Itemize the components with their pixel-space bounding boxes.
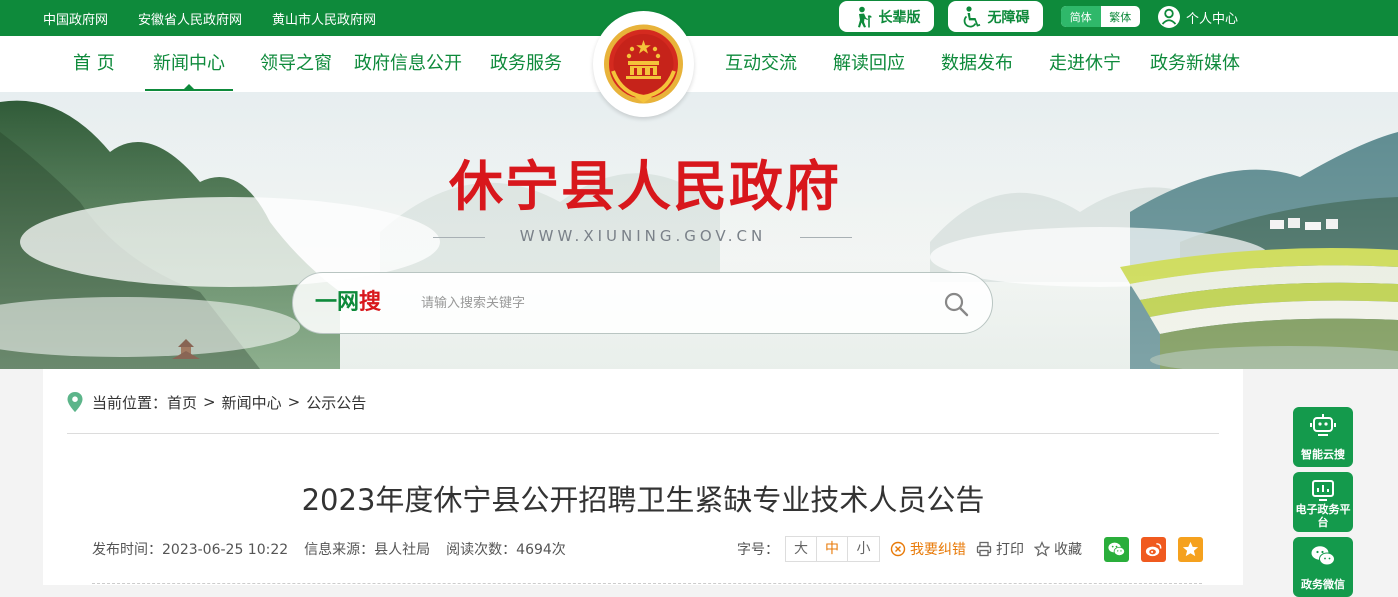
report-error-button[interactable]: 我要纠错 (890, 539, 966, 559)
wheelchair-icon (963, 5, 980, 27)
gov-wechat-button[interactable]: 政务微信 (1293, 537, 1353, 597)
share-wechat-button[interactable] (1104, 536, 1129, 562)
breadcrumb-separator: > (287, 393, 301, 411)
search-icon[interactable] (943, 291, 969, 317)
nav-item-gov-info[interactable]: 政府信息公开 (354, 36, 462, 92)
font-size-medium-button[interactable]: 中 (817, 537, 848, 561)
search-box: 一网搜 (292, 272, 993, 334)
breadcrumb: 当前位置： 首页 > 新闻中心 > 公示公告 (67, 391, 366, 413)
nav-item-about-xiuning[interactable]: 走进休宁 (1049, 36, 1121, 92)
nav-item-data-release[interactable]: 数据发布 (941, 36, 1013, 92)
nav-item-leadership[interactable]: 领导之窗 (260, 36, 332, 92)
qzone-star-icon (1182, 541, 1199, 556)
share-weibo-button[interactable] (1141, 536, 1166, 562)
user-avatar-icon (1158, 6, 1180, 28)
smart-search-button[interactable]: 智能云搜 (1293, 407, 1353, 467)
font-size-label: 字号： (737, 542, 779, 558)
star-outline-icon (1034, 541, 1050, 557)
article-tools: 字号： 大 中 小 我要纠错 打印 收藏 (737, 535, 1203, 563)
article-panel: 当前位置： 首页 > 新闻中心 > 公示公告 2023年度休宁县公开招聘卫生紧缺… (43, 369, 1243, 585)
meta-divider (92, 583, 1202, 584)
print-label: 打印 (996, 542, 1024, 558)
wechat-icon (1108, 542, 1125, 556)
site-title: 休宁县人民政府 (449, 154, 841, 218)
breadcrumb-announcements[interactable]: 公示公告 (306, 392, 366, 413)
breadcrumb-home[interactable]: 首页 (167, 392, 197, 413)
share-qzone-button[interactable] (1178, 536, 1203, 562)
top-link-huangshan-gov[interactable]: 黄山市人民政府网 (272, 9, 376, 28)
accessibility-label: 无障碍 (987, 9, 1030, 26)
user-center-link[interactable]: 个人中心 (1157, 4, 1238, 30)
e-gov-platform-label: 电子政务平台 (1295, 503, 1351, 529)
robot-icon (1310, 414, 1336, 436)
elderly-person-icon (857, 6, 872, 27)
breadcrumb-prefix: 当前位置： (92, 393, 168, 412)
nav-item-interpretation[interactable]: 解读回应 (833, 36, 905, 92)
font-size-small-button[interactable]: 小 (848, 537, 879, 561)
article-title: 2023年度休宁县公开招聘卫生紧缺专业技术人员公告 (301, 483, 985, 517)
font-size-switch: 大 中 小 (785, 536, 880, 562)
view-count: 阅读次数：4694次 (446, 542, 566, 558)
user-center-label: 个人中心 (1186, 11, 1239, 27)
weibo-icon (1145, 542, 1162, 556)
nav-item-gov-services[interactable]: 政务服务 (490, 36, 562, 92)
font-size-large-button[interactable]: 大 (786, 537, 817, 561)
language-switch: 简体 繁体 (1061, 6, 1140, 27)
main-nav: 首 页 新闻中心 领导之窗 政府信息公开 政务服务 互动交流 解读回应 数据发布… (0, 36, 1398, 92)
error-circle-icon (890, 541, 906, 557)
nav-item-home[interactable]: 首 页 (73, 36, 115, 92)
national-emblem-icon (604, 24, 683, 104)
lang-traditional-button[interactable]: 繁体 (1101, 6, 1141, 27)
national-emblem-logo[interactable] (593, 11, 694, 117)
nav-item-new-media[interactable]: 政务新媒体 (1150, 36, 1240, 92)
smart-search-label: 智能云搜 (1301, 448, 1345, 461)
publish-time: 发布时间：2023-06-25 10:22 (92, 542, 289, 558)
wechat-icon (1311, 546, 1335, 566)
report-error-label: 我要纠错 (910, 542, 966, 558)
top-links: 中国政府网 安徽省人民政府网 黄山市人民政府网 (43, 0, 406, 36)
breadcrumb-separator: > (203, 393, 216, 411)
domain-divider-right (800, 237, 852, 238)
printer-icon (976, 541, 992, 557)
e-gov-platform-button[interactable]: 电子政务平台 (1293, 472, 1353, 532)
site-domain: WWW.XIUNING.GOV.CN (519, 227, 767, 245)
search-brand: 一网搜 (315, 290, 382, 315)
top-link-central-gov[interactable]: 中国政府网 (43, 9, 108, 28)
nav-item-interaction[interactable]: 互动交流 (725, 36, 797, 92)
info-source: 信息来源：县人社局 (304, 542, 431, 558)
chart-screen-icon (1312, 480, 1334, 501)
article-meta: 发布时间：2023-06-25 10:22 信息来源：县人社局 阅读次数：469… (92, 538, 582, 560)
elderly-mode-button[interactable]: 长辈版 (839, 1, 934, 32)
favorite-button[interactable]: 收藏 (1034, 539, 1082, 559)
banner: 休宁县人民政府 WWW.XIUNING.GOV.CN 一网搜 (0, 92, 1398, 369)
breadcrumb-divider (67, 433, 1219, 434)
location-pin-icon (67, 392, 83, 412)
nav-item-news-center[interactable]: 新闻中心 (145, 36, 233, 92)
elderly-mode-label: 长辈版 (878, 9, 921, 26)
lang-simplified-button[interactable]: 简体 (1061, 6, 1101, 27)
top-bar: 中国政府网 安徽省人民政府网 黄山市人民政府网 长辈版 无障碍 简体 繁体 个人… (0, 0, 1398, 36)
accessibility-button[interactable]: 无障碍 (948, 1, 1043, 32)
top-link-anhui-gov[interactable]: 安徽省人民政府网 (138, 9, 242, 28)
favorite-label: 收藏 (1054, 542, 1082, 558)
breadcrumb-news-center[interactable]: 新闻中心 (222, 392, 282, 413)
print-button[interactable]: 打印 (976, 539, 1024, 559)
search-input[interactable] (421, 288, 901, 318)
